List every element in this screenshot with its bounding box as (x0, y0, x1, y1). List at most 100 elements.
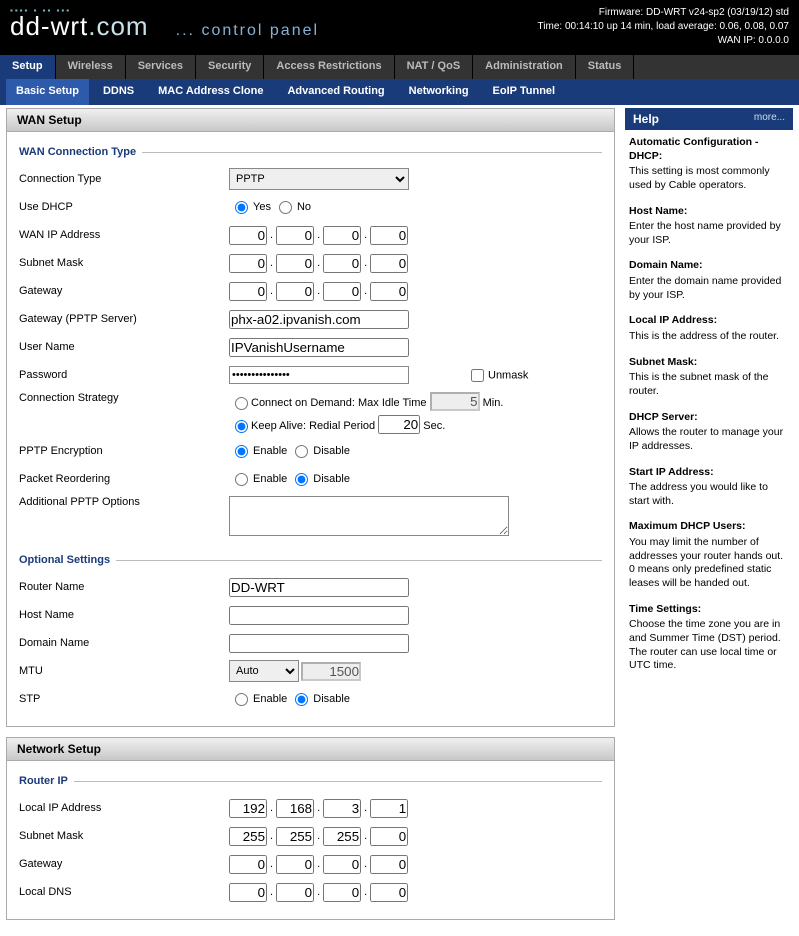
pptp-server-input[interactable] (229, 310, 409, 329)
optional-settings-legend: Optional Settings (19, 554, 602, 566)
use-dhcp-no[interactable] (279, 201, 292, 214)
wan-ip-2[interactable] (323, 226, 361, 245)
dns-0[interactable] (229, 883, 267, 902)
subtab-eoip[interactable]: EoIP Tunnel (483, 79, 566, 105)
lip-2[interactable] (323, 799, 361, 818)
reorder-disable[interactable] (295, 473, 308, 486)
subtab-networking[interactable]: Networking (399, 79, 479, 105)
firmware-text: Firmware: DD-WRT v24-sp2 (03/19/12) std (538, 6, 789, 20)
mtu-value-input[interactable] (301, 662, 361, 681)
wan-setup-heading: WAN Setup (7, 109, 614, 132)
dns-1[interactable] (276, 883, 314, 902)
help-item: Time Settings:Choose the time zone you a… (629, 603, 789, 673)
wan-conn-type-legend: WAN Connection Type (19, 146, 602, 158)
wan-ip-label: WAN IP Address (19, 229, 229, 241)
lip-3[interactable] (370, 799, 408, 818)
gw-2[interactable] (323, 282, 361, 301)
wan-ip-0[interactable] (229, 226, 267, 245)
wanip-text: WAN IP: 0.0.0.0 (538, 34, 789, 48)
ngw-0[interactable] (229, 855, 267, 874)
tab-nat-qos[interactable]: NAT / QoS (395, 55, 474, 79)
sm-2[interactable] (323, 827, 361, 846)
help-item: Automatic Configuration - DHCP:This sett… (629, 136, 789, 193)
ngw-3[interactable] (370, 855, 408, 874)
tab-administration[interactable]: Administration (473, 55, 576, 79)
reorder-enable[interactable] (235, 473, 248, 486)
wan-ip-3[interactable] (370, 226, 408, 245)
lip-0[interactable] (229, 799, 267, 818)
pptp-server-label: Gateway (PPTP Server) (19, 313, 229, 325)
main-tabs: Setup Wireless Services Security Access … (0, 55, 799, 79)
ngw-1[interactable] (276, 855, 314, 874)
gw-0[interactable] (229, 282, 267, 301)
tab-wireless[interactable]: Wireless (56, 55, 126, 79)
ngw-2[interactable] (323, 855, 361, 874)
subnet-2[interactable] (323, 254, 361, 273)
help-more-link[interactable]: more... (754, 112, 785, 126)
wan-ip-1[interactable] (276, 226, 314, 245)
tab-services[interactable]: Services (126, 55, 196, 79)
sm-3[interactable] (370, 827, 408, 846)
tab-status[interactable]: Status (576, 55, 635, 79)
subtab-ddns[interactable]: DDNS (93, 79, 144, 105)
connect-on-demand-radio[interactable] (235, 397, 248, 410)
net-subnet-label: Subnet Mask (19, 830, 229, 842)
tab-access-restrictions[interactable]: Access Restrictions (264, 55, 394, 79)
subtab-mac-clone[interactable]: MAC Address Clone (148, 79, 273, 105)
time-text: Time: 00:14:10 up 14 min, load average: … (538, 20, 789, 34)
help-item: Local IP Address:This is the address of … (629, 314, 789, 343)
help-item: DHCP Server:Allows the router to manage … (629, 411, 789, 454)
network-setup-heading: Network Setup (7, 738, 614, 761)
host-name-input[interactable] (229, 606, 409, 625)
lip-1[interactable] (276, 799, 314, 818)
stp-enable[interactable] (235, 693, 248, 706)
tab-security[interactable]: Security (196, 55, 264, 79)
packet-reordering-label: Packet Reordering (19, 473, 229, 485)
subnet-3[interactable] (370, 254, 408, 273)
redial-period-input[interactable] (378, 415, 420, 434)
domain-name-input[interactable] (229, 634, 409, 653)
help-heading: Help more... (625, 108, 793, 130)
help-item: Maximum DHCP Users:You may limit the num… (629, 520, 789, 590)
max-idle-input[interactable] (430, 392, 480, 411)
gw-1[interactable] (276, 282, 314, 301)
unmask-checkbox[interactable] (471, 369, 484, 382)
conn-strategy-label: Connection Strategy (19, 392, 229, 404)
help-item: Host Name:Enter the host name provided b… (629, 205, 789, 248)
subnet-0[interactable] (229, 254, 267, 273)
router-name-input[interactable] (229, 578, 409, 597)
subtab-basic-setup[interactable]: Basic Setup (6, 79, 89, 105)
gw-3[interactable] (370, 282, 408, 301)
encryption-disable[interactable] (295, 445, 308, 458)
sub-tabs: Basic Setup DDNS MAC Address Clone Advan… (0, 79, 799, 105)
help-body: Automatic Configuration - DHCP:This sett… (625, 130, 793, 691)
help-item: Domain Name:Enter the domain name provid… (629, 259, 789, 302)
mtu-mode-select[interactable]: Auto (229, 660, 299, 682)
local-ip-label: Local IP Address (19, 802, 229, 814)
encryption-enable[interactable] (235, 445, 248, 458)
use-dhcp-yes[interactable] (235, 201, 248, 214)
addl-pptp-label: Additional PPTP Options (19, 496, 229, 508)
header-info: Firmware: DD-WRT v24-sp2 (03/19/12) std … (538, 6, 789, 48)
dns-2[interactable] (323, 883, 361, 902)
mtu-label: MTU (19, 665, 229, 677)
host-name-label: Host Name (19, 609, 229, 621)
username-label: User Name (19, 341, 229, 353)
password-input[interactable] (229, 366, 409, 384)
keep-alive-radio[interactable] (235, 420, 248, 433)
sm-0[interactable] (229, 827, 267, 846)
addl-pptp-textarea[interactable] (229, 496, 509, 536)
subnet-label: Subnet Mask (19, 257, 229, 269)
gateway-label: Gateway (19, 285, 229, 297)
sm-1[interactable] (276, 827, 314, 846)
pptp-encryption-label: PPTP Encryption (19, 445, 229, 457)
connection-type-select[interactable]: PPTP (229, 168, 409, 190)
stp-label: STP (19, 693, 229, 705)
stp-disable[interactable] (295, 693, 308, 706)
dns-3[interactable] (370, 883, 408, 902)
tab-setup[interactable]: Setup (0, 55, 56, 79)
subtab-advanced-routing[interactable]: Advanced Routing (277, 79, 394, 105)
subnet-1[interactable] (276, 254, 314, 273)
username-input[interactable] (229, 338, 409, 357)
local-dns-label: Local DNS (19, 886, 229, 898)
